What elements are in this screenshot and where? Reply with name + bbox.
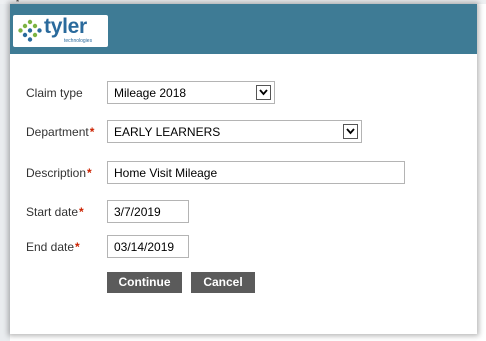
cancel-button[interactable]: Cancel	[191, 272, 255, 293]
logo-subtext: technologies	[64, 38, 93, 44]
app-header: tyler technologies	[10, 4, 477, 54]
claim-type-value: Mileage 2018	[114, 86, 187, 100]
left-edge	[0, 0, 10, 341]
department-value: EARLY LEARNERS	[114, 125, 221, 139]
continue-button[interactable]: Continue	[107, 272, 182, 293]
chevron-down-icon	[259, 89, 268, 96]
department-dropdown-button[interactable]	[343, 124, 358, 139]
start-date-input[interactable]: 3/7/2019	[107, 200, 189, 223]
chevron-down-icon	[346, 128, 355, 135]
required-indicator: *	[87, 166, 92, 180]
description-label: Description*	[26, 166, 92, 180]
department-row: Department* EARLY LEARNERS	[10, 120, 477, 144]
required-indicator: *	[89, 125, 95, 139]
end-date-value: 03/14/2019	[114, 240, 175, 254]
claim-type-dropdown-button[interactable]	[256, 85, 271, 100]
claim-type-row: Claim type Mileage 2018	[10, 81, 477, 105]
description-row: Description* Home Visit Mileage	[10, 161, 477, 185]
description-input[interactable]: Home Visit Mileage	[107, 161, 405, 184]
department-select[interactable]: EARLY LEARNERS	[107, 120, 362, 143]
start-date-value: 3/7/2019	[114, 205, 161, 219]
end-date-label: End date*	[26, 240, 80, 254]
required-indicator: *	[79, 205, 84, 219]
start-date-row: Start date* 3/7/2019	[10, 200, 477, 224]
logo-wordmark: tyler	[44, 15, 87, 38]
tyler-logo-icon	[18, 19, 42, 42]
tyler-logo: tyler technologies	[13, 15, 108, 47]
claim-type-label: Claim type	[26, 86, 83, 100]
claim-type-select[interactable]: Mileage 2018	[107, 81, 275, 104]
required-indicator: *	[75, 240, 80, 254]
description-value: Home Visit Mileage	[114, 166, 218, 180]
end-date-row: End date* 03/14/2019	[10, 235, 477, 259]
dialog-window: tyler technologies Claim type Mileage 20…	[10, 4, 477, 334]
actions-row: Continue Cancel	[10, 272, 477, 296]
end-date-input[interactable]: 03/14/2019	[107, 235, 189, 258]
department-label: Department*	[26, 125, 95, 139]
start-date-label: Start date*	[26, 205, 84, 219]
